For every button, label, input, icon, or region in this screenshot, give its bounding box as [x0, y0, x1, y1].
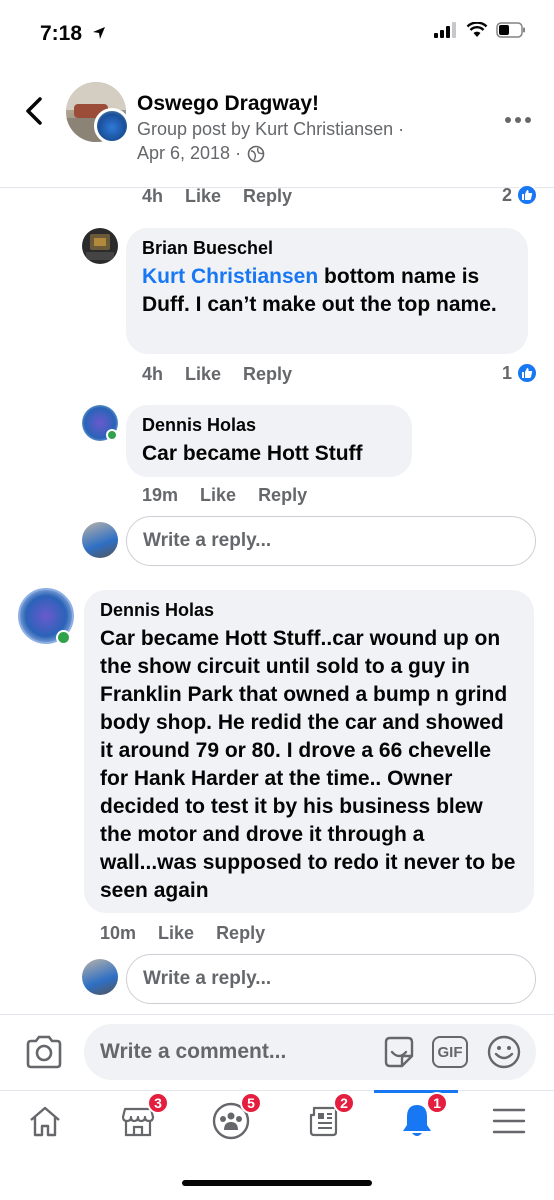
comment-bubble[interactable]: Dennis Holas Car became Hott Stuff..car … [84, 590, 534, 913]
tab-marketplace[interactable]: 3 [111, 1092, 169, 1142]
back-button[interactable] [22, 95, 48, 127]
reaction-count[interactable]: 2 [502, 184, 538, 206]
status-icons [434, 22, 526, 38]
comment-actions: 10m Like Reply [100, 923, 265, 944]
emoji-icon [487, 1035, 521, 1069]
comment-actions: 4h Like Reply [142, 186, 292, 207]
poster-avatar[interactable] [94, 108, 130, 144]
comment-text: Car became Hott Stuff..car wound up on t… [100, 627, 516, 902]
more-options-button[interactable] [504, 100, 532, 131]
emoji-button[interactable] [486, 1034, 522, 1075]
comment-time: 10m [100, 923, 137, 943]
gif-label: GIF [437, 1043, 463, 1061]
online-indicator [106, 429, 118, 441]
reply-input-placeholder: Write a reply... [143, 530, 272, 551]
comment-author[interactable]: Brian Bueschel [142, 238, 512, 259]
comment-text: Car became Hott Stuff [142, 442, 363, 465]
online-indicator [56, 630, 71, 645]
comment-author[interactable]: Dennis Holas [142, 415, 396, 436]
comment-input-placeholder: Write a comment... [100, 1040, 287, 1063]
notification-badge: 1 [426, 1092, 448, 1114]
post-date: Apr 6, 2018 · [137, 143, 265, 164]
my-avatar [82, 522, 118, 558]
ellipsis-icon [505, 117, 531, 123]
comment-actions: 19m Like Reply [142, 485, 307, 506]
menu-icon [492, 1108, 526, 1134]
tab-menu[interactable] [482, 1100, 536, 1142]
like-button[interactable]: Like [185, 186, 221, 207]
my-avatar [82, 959, 118, 995]
reply-input[interactable]: Write a reply... [126, 516, 536, 566]
active-tab-indicator [374, 1090, 458, 1093]
thumbs-up-icon [516, 362, 538, 384]
comment-text: Kurt Christiansen bottom name is Duff. I… [142, 263, 512, 319]
like-button[interactable]: Like [200, 485, 236, 506]
tab-home[interactable] [18, 1100, 72, 1142]
notification-badge: 3 [147, 1092, 169, 1114]
globe-icon [247, 145, 265, 162]
comment-bubble[interactable]: Dennis Holas Car became Hott Stuff [126, 405, 412, 477]
reply-button[interactable]: Reply [243, 186, 292, 207]
camera-button[interactable] [24, 1034, 64, 1075]
comment-time: 19m [142, 485, 179, 505]
comment-bubble[interactable]: Brian Bueschel Kurt Christiansen bottom … [126, 228, 528, 354]
chevron-left-icon [26, 97, 42, 125]
home-indicator [182, 1180, 372, 1186]
tab-news[interactable]: 2 [297, 1092, 355, 1142]
comment-actions: 4h Like Reply [142, 364, 292, 385]
reply-input[interactable]: Write a reply... [126, 954, 536, 1004]
comment-input[interactable]: Write a comment... [84, 1024, 536, 1080]
post-date-text: Apr 6, 2018 · [137, 143, 242, 163]
notification-badge: 5 [240, 1092, 262, 1114]
reply-button[interactable]: Reply [243, 364, 292, 385]
reply-input-placeholder: Write a reply... [143, 968, 272, 989]
like-button[interactable]: Like [185, 364, 221, 385]
status-time: 7:18 [40, 22, 106, 46]
home-icon [30, 1106, 60, 1137]
wifi-icon [466, 22, 488, 37]
comment-author[interactable]: Dennis Holas [100, 600, 518, 621]
location-arrow-icon [92, 27, 105, 39]
reply-button[interactable]: Reply [258, 485, 307, 506]
reaction-count[interactable]: 1 [502, 362, 538, 384]
cellular-signal-icon [434, 22, 456, 38]
tab-notifications[interactable]: 1 [390, 1092, 448, 1142]
like-button[interactable]: Like [158, 923, 194, 944]
avatar[interactable] [82, 228, 118, 264]
comment-time: 4h [142, 364, 164, 384]
gif-button[interactable]: GIF [432, 1036, 468, 1068]
thumbs-up-icon [516, 184, 538, 206]
camera-icon [26, 1035, 62, 1069]
sticker-icon [384, 1036, 414, 1068]
reaction-count-text: 1 [501, 362, 512, 383]
battery-icon [496, 22, 525, 38]
reply-button[interactable]: Reply [216, 923, 265, 944]
group-title[interactable]: Oswego Dragway! [137, 92, 319, 116]
reaction-count-text: 2 [501, 184, 512, 205]
notification-badge: 2 [333, 1092, 355, 1114]
tab-groups[interactable]: 5 [204, 1092, 262, 1142]
comment-time: 4h [142, 186, 164, 206]
post-author-line[interactable]: Group post by Kurt Christiansen · [137, 119, 404, 140]
sticker-button[interactable] [380, 1034, 418, 1077]
avatar-photo [86, 234, 114, 260]
mention-link[interactable]: Kurt Christiansen [142, 265, 318, 288]
